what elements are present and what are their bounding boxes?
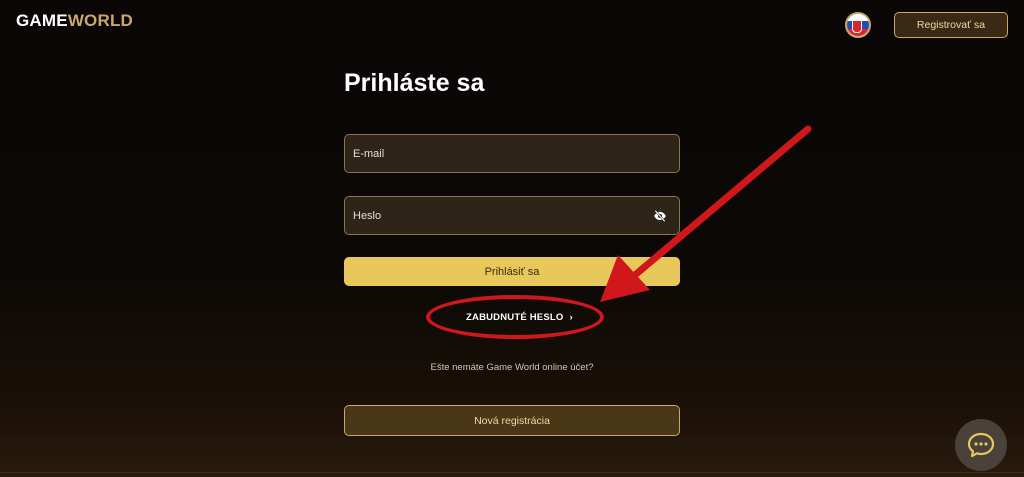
page-title: Prihláste sa (344, 69, 485, 97)
email-placeholder: E-mail (353, 147, 385, 160)
logo-text-world: WORLD (67, 11, 134, 30)
game-world-logo[interactable]: GAME WORLD (16, 11, 133, 31)
password-placeholder: Heslo (353, 209, 382, 222)
page-bottom-divider (0, 472, 1024, 473)
register-button[interactable]: Registrovať sa (894, 12, 1008, 38)
forgot-password-label: ZABUDNUTÉ HESLO (466, 312, 564, 323)
no-account-text: Ešte nemáte Game World online účet? (430, 362, 594, 373)
chevron-right-icon: › (569, 312, 573, 323)
login-button[interactable]: Prihlásiť sa (344, 257, 680, 286)
chat-button[interactable] (955, 419, 1007, 471)
eye-slash-icon[interactable] (653, 209, 667, 223)
email-field[interactable]: E-mail (344, 134, 680, 173)
language-flag-icon[interactable] (845, 12, 871, 38)
password-field[interactable]: Heslo (344, 196, 680, 235)
new-registration-button[interactable]: Nová registrácia (344, 405, 680, 436)
forgot-password-link[interactable]: ZABUDNUTÉ HESLO › (466, 312, 573, 323)
logo-text-game: GAME (16, 11, 68, 30)
chat-bubble-icon (967, 432, 995, 458)
